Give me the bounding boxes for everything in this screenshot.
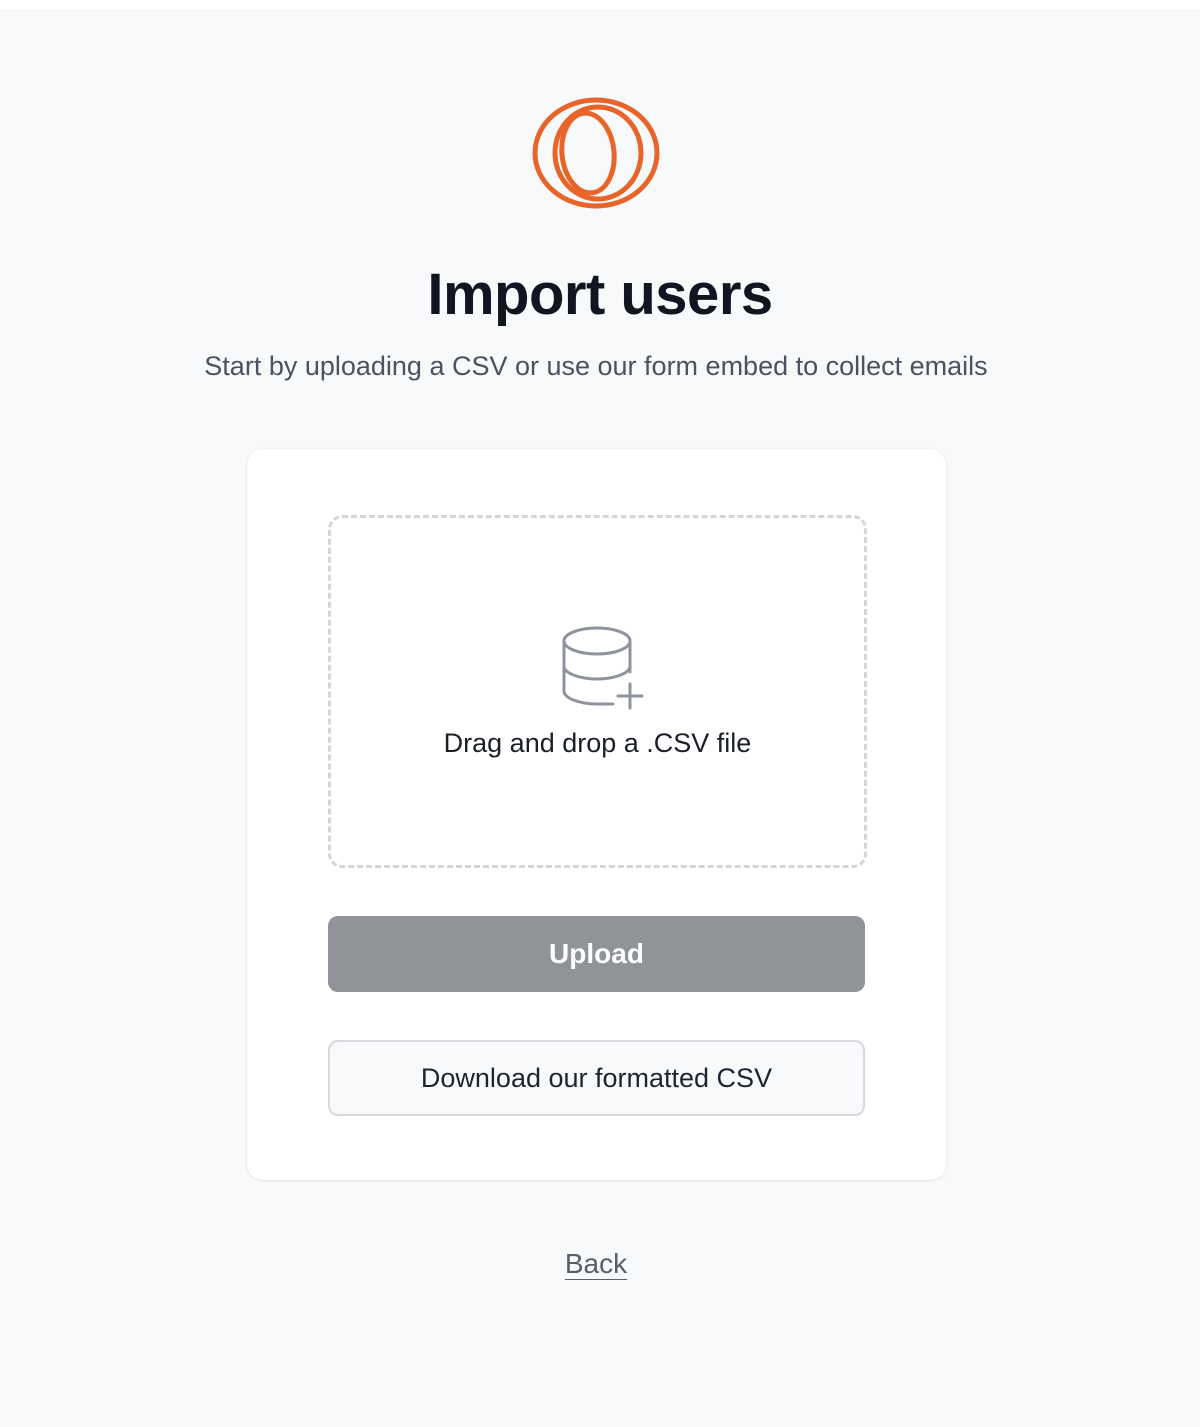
download-csv-button[interactable]: Download our formatted CSV bbox=[328, 1040, 865, 1116]
page-subtitle: Start by uploading a CSV or use our form… bbox=[204, 351, 988, 381]
back-link[interactable]: Back bbox=[565, 1248, 627, 1279]
page-title: Import users bbox=[427, 262, 773, 327]
upload-button[interactable]: Upload bbox=[328, 916, 865, 992]
top-strip bbox=[0, 0, 1200, 9]
csv-dropzone[interactable]: Drag and drop a .CSV file bbox=[328, 515, 867, 868]
database-plus-icon bbox=[561, 624, 647, 710]
back-link-container: Back bbox=[0, 1244, 1192, 1284]
dropzone-label: Drag and drop a .CSV file bbox=[443, 728, 752, 758]
upload-card: Drag and drop a .CSV file Upload Downloa… bbox=[247, 449, 946, 1180]
brand-logo-icon bbox=[530, 95, 662, 211]
